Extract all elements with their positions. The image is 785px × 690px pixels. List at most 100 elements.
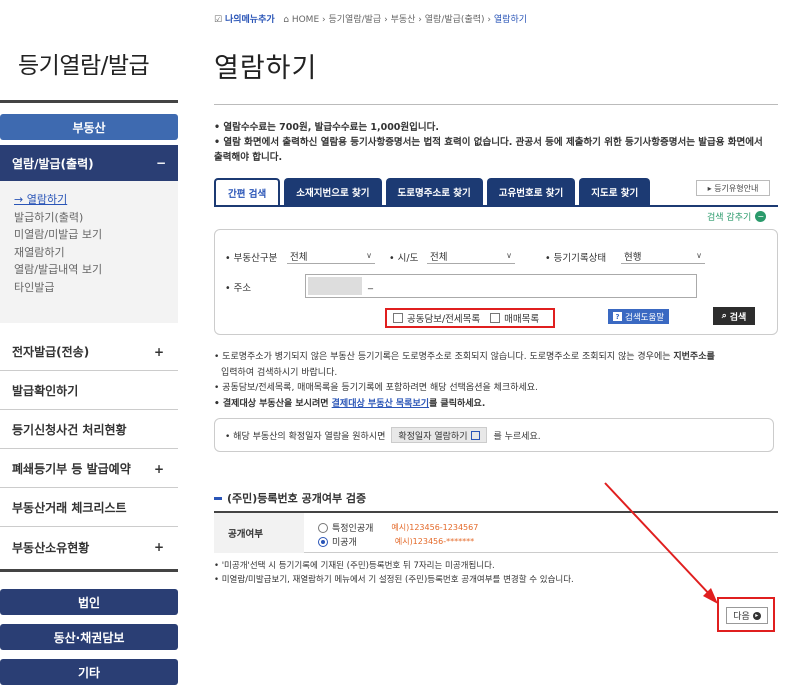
search-button[interactable]: ⌕ 검색	[713, 307, 755, 325]
tab-lot-number[interactable]: 소재지번으로 찾기	[284, 178, 382, 206]
fixed-date-info: • 해당 부동산의 확정일자 열람을 원하시면 확정일자 열람하기 를 누르세요…	[214, 418, 774, 452]
highlight-box: 공동담보/전세목록 매매목록	[385, 308, 555, 328]
tab-map[interactable]: 지도로 찾기	[579, 178, 651, 206]
submenu-other-issue[interactable]: 타인발급	[14, 279, 178, 297]
table-header: 공개여부	[214, 513, 304, 553]
tab-road-address[interactable]: 도로명주소로 찾기	[385, 178, 483, 206]
section-heading: (주민)등록번호 공개여부 검증	[214, 490, 366, 506]
sidebar-item-label: 부동산소유현황	[12, 540, 90, 555]
note-line: • 공동담보/전세목록, 매매목록을 등기기록에 포함하려면 해당 선택옵션을 …	[214, 383, 538, 393]
info-text: • 해당 부동산의 확정일자 열람을 원하시면	[225, 431, 386, 442]
radio-icon	[318, 522, 328, 533]
submenu-issue[interactable]: 발급하기(출력)	[14, 209, 178, 227]
sido-select[interactable]: 전체 ∨	[427, 248, 515, 264]
button-label: 확정일자 열람하기	[398, 431, 468, 442]
breadcrumb-separator: ›	[487, 15, 492, 25]
arrow-right-icon: ▸	[752, 611, 761, 620]
divider	[214, 205, 778, 207]
redacted-text	[308, 277, 362, 295]
search-button-label: 검색	[729, 312, 747, 323]
next-label: 다음	[733, 612, 750, 622]
breadcrumb-item[interactable]: 부동산	[391, 15, 416, 25]
property-type-select[interactable]: 전체 ∨	[287, 248, 375, 264]
search-notes: • 도로명주소가 병기되지 않은 부동산 등기기록은 도로명주소로 조회되지 않…	[214, 350, 774, 412]
tab-simple-search[interactable]: 간편 검색	[214, 178, 281, 206]
joint-collateral-checkbox[interactable]: 공동담보/전세목록	[393, 311, 480, 325]
sidebar-item-label: 폐쇄등기부 등 발급예약	[12, 462, 131, 476]
home-icon: ⌂	[283, 15, 289, 25]
sidebar-category-etc[interactable]: 기타	[0, 659, 178, 685]
sidebar-category-corporation[interactable]: 법인	[0, 589, 178, 615]
submenu-unviewed[interactable]: 미열람/미발급 보기	[14, 226, 178, 244]
breadcrumb-home[interactable]: HOME	[292, 15, 319, 25]
note-emphasis: 지번주소를	[673, 352, 715, 362]
sidebar-title: 등기열람/발급	[18, 53, 150, 79]
sidebar-item-label: 등기신청사건 처리현황	[12, 423, 127, 437]
info-text: 를 누르세요.	[493, 431, 541, 442]
sidebar-item-verify[interactable]: 발급확인하기	[0, 372, 178, 410]
sidebar-item-case-status[interactable]: 등기신청사건 처리현황	[0, 411, 178, 449]
chevron-down-icon: ∨	[696, 251, 702, 260]
sidebar-item-label: 발급확인하기	[12, 384, 79, 398]
sidebar-item-closed-registry[interactable]: 폐쇄등기부 등 발급예약 +	[0, 450, 178, 488]
section-title: (주민)등록번호 공개여부 검증	[227, 492, 367, 505]
sidebar-item-e-issue[interactable]: 전자발급(전송) +	[0, 333, 178, 371]
address-input[interactable]: _	[305, 274, 697, 298]
sidebar-item-checklist[interactable]: 부동산거래 체크리스트	[0, 489, 178, 527]
sidebar-item-label: 부동산거래 체크리스트	[12, 501, 127, 515]
sales-list-checkbox[interactable]: 매매목록	[490, 311, 539, 325]
search-panel: • 부동산구분 전체 ∨ • 시/도 전체 ∨ • 등기기록상태 현행 ∨ • …	[214, 229, 778, 335]
property-type-label: • 부동산구분	[225, 253, 278, 264]
radio-specific-disclosure[interactable]: 특정인공개 예시)123456-1234567	[318, 521, 478, 534]
sidebar-item-view-issue[interactable]: 열람/발급(출력) −	[0, 145, 178, 181]
submenu-review[interactable]: 재열람하기	[14, 244, 178, 262]
note-line: • 결제대상 부동산을 보시려면 결제대상 부동산 목록보기를 클릭하세요.	[214, 397, 774, 413]
sidebar: 등기열람/발급 부동산 열람/발급(출력) − → 열람하기 발급하기(출력) …	[0, 0, 178, 690]
payment-list-link[interactable]: 결제대상 부동산 목록보기	[332, 399, 429, 409]
example-text: 예시)123456-1234567	[391, 523, 479, 532]
sidebar-submenu: → 열람하기 발급하기(출력) 미열람/미발급 보기 재열람하기 열람/발급내역…	[0, 181, 178, 323]
breadcrumb-separator: ›	[418, 15, 422, 25]
sidebar-item-label: 전자발급(전송)	[12, 345, 90, 359]
note-text: • 도로명주소가 병기되지 않은 부동산 등기기록은 도로명주소로 조회되지 않…	[214, 352, 674, 362]
submenu-view[interactable]: → 열람하기	[14, 191, 178, 209]
next-button[interactable]: 다음 ▸	[726, 607, 768, 624]
note-emphasis: • 결제대상 부동산을 보시려면	[214, 398, 332, 409]
sidebar-item-ownership[interactable]: 부동산소유현황 +	[0, 528, 178, 566]
checkbox-icon: ☑	[214, 15, 223, 25]
chevron-down-icon: ∨	[366, 251, 372, 260]
tab-unique-number[interactable]: 고유번호로 찾기	[486, 178, 576, 206]
select-value: 전체	[430, 251, 448, 263]
note-line: • '미공개'선택 시 등기기록에 기재된 (주민)등록번호 뒤 7자리는 미공…	[214, 561, 495, 571]
section-notes: • '미공개'선택 시 등기기록에 기재된 (주민)등록번호 뒤 7자리는 미공…	[214, 559, 574, 587]
checkbox-label: 공동담보/전세목록	[407, 314, 481, 325]
fixed-date-view-button[interactable]: 확정일자 열람하기	[391, 427, 488, 443]
select-value: 현행	[624, 251, 642, 263]
checkbox-icon	[490, 313, 501, 323]
submenu-history[interactable]: 열람/발급내역 보기	[14, 261, 178, 279]
radio-non-disclosure[interactable]: 미공개 예시)123456-*******	[318, 535, 474, 548]
collapse-icon: −	[155, 156, 166, 170]
sidebar-category-movable[interactable]: 동산·채권담보	[0, 624, 178, 650]
chevron-down-icon: ∨	[506, 251, 512, 260]
expand-icon: +	[153, 540, 164, 554]
divider	[0, 569, 178, 572]
external-link-icon	[471, 430, 481, 440]
add-my-menu-link[interactable]: 나의메뉴추가	[225, 15, 275, 25]
select-value: 전체	[290, 251, 308, 263]
address-label: • 주소	[225, 283, 252, 294]
question-icon: ?	[613, 312, 622, 321]
record-status-select[interactable]: 현행 ∨	[621, 248, 705, 264]
registry-type-guide-button[interactable]: ▸ 등기유형안내	[696, 180, 770, 196]
hide-search-toggle[interactable]: 검색 감추기 −	[707, 210, 767, 223]
sido-label: • 시/도	[389, 253, 419, 264]
breadcrumb-item[interactable]: 열람/발급(출력)	[425, 15, 485, 25]
notice-line: • 열람 화면에서 출력하신 열람용 등기사항증명서는 법적 효력이 없습니다.…	[214, 137, 763, 163]
disclosure-table: 공개여부 특정인공개 예시)123456-1234567 미공개 예시)1234…	[214, 511, 778, 553]
search-help-label: 검색도움말	[625, 312, 665, 323]
sidebar-category-real-estate[interactable]: 부동산	[0, 114, 178, 140]
divider	[214, 104, 778, 105]
sidebar-item-label: 열람/발급(출력)	[12, 156, 94, 171]
breadcrumb-item[interactable]: 등기열람/발급	[329, 15, 382, 25]
search-help-button[interactable]: ? 검색도움말	[608, 309, 670, 324]
